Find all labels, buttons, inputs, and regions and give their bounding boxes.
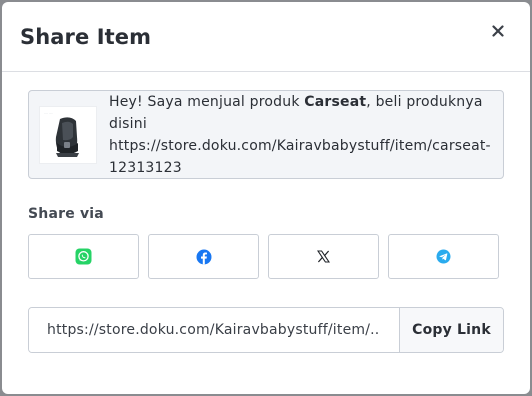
modal-title: Share Item <box>20 24 152 49</box>
message-prefix: Hey! Saya menjual produk <box>109 93 305 110</box>
telegram-icon <box>436 249 451 264</box>
share-message-box: ···· ···· Hey! Saya menjual produk Carse… <box>28 90 504 179</box>
car-seat-image: ···· ···· <box>40 106 96 163</box>
svg-text:···· ····: ···· ···· <box>44 111 53 115</box>
share-facebook-button[interactable] <box>148 234 259 279</box>
share-telegram-button[interactable] <box>388 234 499 279</box>
share-whatsapp-button[interactable] <box>28 234 139 279</box>
share-item-modal: Share Item ···· ···· Hey! Saya menjual p… <box>2 2 530 394</box>
close-button[interactable] <box>486 19 510 43</box>
x-icon <box>317 250 330 263</box>
share-via-label: Share via <box>28 206 104 222</box>
share-link-row: Copy Link <box>28 307 504 353</box>
share-link-input[interactable] <box>29 308 399 352</box>
product-thumbnail: ···· ···· <box>39 105 97 164</box>
share-x-button[interactable] <box>268 234 379 279</box>
close-icon <box>492 24 504 37</box>
message-product-name: Carseat <box>304 93 367 110</box>
share-buttons-row <box>28 234 504 279</box>
modal-header: Share Item <box>2 2 530 72</box>
whatsapp-icon <box>75 248 92 265</box>
modal-body: ···· ···· Hey! Saya menjual produk Carse… <box>2 72 530 353</box>
share-message-text: Hey! Saya menjual produk Carseat, beli p… <box>109 91 493 179</box>
copy-link-button[interactable]: Copy Link <box>399 308 503 352</box>
facebook-icon <box>196 249 211 264</box>
